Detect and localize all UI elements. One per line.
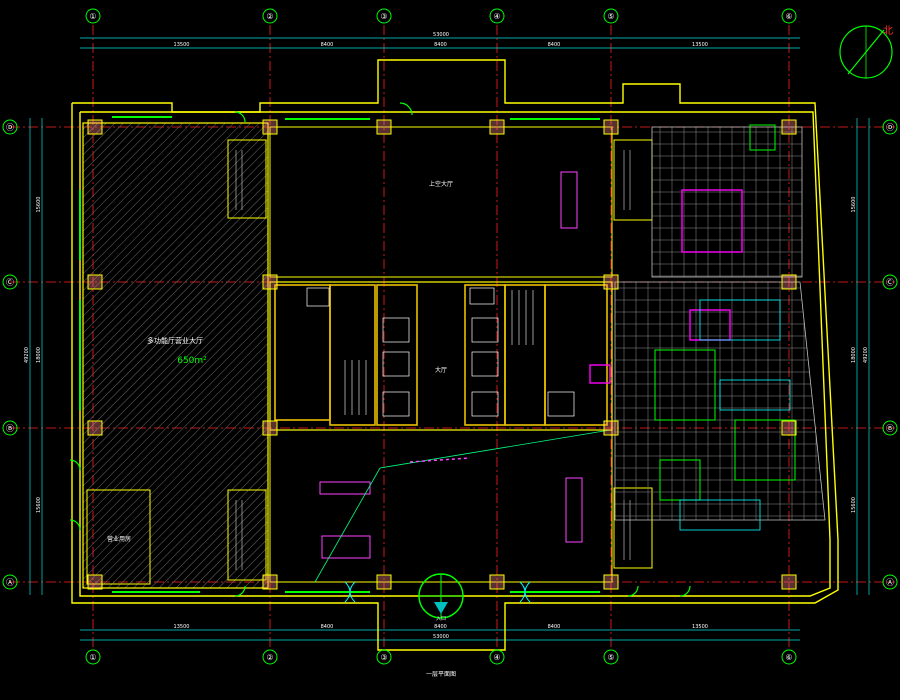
big-hall-area — [82, 122, 269, 589]
drawing-title: 一层平面图 — [426, 671, 456, 678]
stair-treads — [235, 150, 631, 570]
axis-col-top-6: ⑥ — [785, 12, 792, 21]
reception-desk-top — [560, 171, 578, 229]
bay-dim-bottom-5: 13500 — [692, 624, 708, 630]
entrance-label: 入口 — [436, 616, 446, 622]
overall-dim-bottom: 53000 — [433, 634, 449, 640]
axis-col-top-3: ③ — [380, 12, 387, 21]
axis-col-top-1: ① — [89, 12, 96, 21]
north-label: 北 — [883, 25, 893, 37]
top-atrium-label: 上空大厅 — [429, 180, 453, 188]
axis-col-bottom-5: ⑤ — [607, 653, 614, 662]
axis-row-left-4: Ⓐ — [6, 578, 14, 587]
overall-dim-side-left: 49200 — [24, 347, 30, 363]
row-dim-left-1: 15600 — [36, 197, 42, 213]
axis-row-right-3: Ⓑ — [886, 424, 894, 433]
bay-dim-top-1: 13500 — [174, 42, 190, 48]
central-hall-label: 大厅 — [435, 366, 447, 374]
bottom-atrium — [269, 429, 613, 583]
core-zone — [269, 281, 613, 431]
right-upper-tiles — [651, 126, 803, 278]
row-dim-right-2: 18000 — [851, 347, 857, 363]
bay-dim-top-5: 13500 — [692, 42, 708, 48]
axis-row-right-4: Ⓐ — [886, 578, 894, 587]
big-hall-label: 多功能厅营业大厅 — [147, 336, 203, 345]
floor-plan-svg: ① ① ② ② ③ ③ ④ ④ ⑤ ⑤ ⑥ ⑥ Ⓓ Ⓓ Ⓒ Ⓒ Ⓑ Ⓑ Ⓐ Ⓐ 53000 53000 13500 8400… — [2, 8, 898, 678]
axis-row-right-1: Ⓓ — [886, 123, 894, 132]
row-dim-right-1: 15600 — [851, 197, 857, 213]
overall-dim-side-right: 49200 — [863, 347, 869, 363]
bay-dim-top-2: 8400 — [321, 42, 334, 48]
furniture-b — [321, 535, 371, 559]
overall-dim-top: 53000 — [433, 32, 449, 38]
guide-line-2 — [379, 429, 611, 469]
axis-row-left-3: Ⓑ — [6, 424, 14, 433]
row-dim-left-2: 18000 — [36, 347, 42, 363]
axis-col-bottom-6: ⑥ — [785, 653, 792, 662]
axis-row-right-2: Ⓒ — [886, 278, 894, 287]
axis-col-top-2: ② — [266, 12, 273, 21]
row-dim-left-3: 15600 — [36, 497, 42, 513]
axis-col-top-4: ④ — [493, 12, 500, 21]
axis-row-left-2: Ⓒ — [6, 278, 14, 287]
bay-dim-top-3: 8400 — [434, 42, 447, 48]
axis-row-left-1: Ⓓ — [6, 123, 14, 132]
revolving-door — [418, 573, 464, 619]
axis-col-bottom-4: ④ — [493, 653, 500, 662]
big-hall-area-label: 650m² — [177, 356, 207, 366]
bay-dim-bottom-4: 8400 — [548, 624, 561, 630]
bay-dim-top-4: 8400 — [548, 42, 561, 48]
row-dim-right-3: 15600 — [851, 497, 857, 513]
axis-col-top-5: ⑤ — [607, 12, 614, 21]
axis-col-bottom-3: ③ — [380, 653, 387, 662]
bay-dim-bottom-3: 8400 — [434, 624, 447, 630]
cad-drawing-canvas[interactable]: ① ① ② ② ③ ③ ④ ④ ⑤ ⑤ ⑥ ⑥ Ⓓ Ⓓ Ⓒ Ⓒ Ⓑ Ⓑ Ⓐ Ⓐ 53000 53000 13500 8400… — [0, 0, 900, 700]
bay-dim-bottom-2: 8400 — [321, 624, 334, 630]
reception-desk-bottom — [565, 477, 583, 543]
furniture-a — [319, 481, 371, 495]
axis-col-bottom-1: ① — [89, 653, 96, 662]
stair-shafts — [227, 139, 653, 581]
elevator-boxes — [306, 287, 575, 417]
axis-col-bottom-2: ② — [266, 653, 273, 662]
small-room-label: 营业用房 — [107, 535, 131, 543]
guide-line — [314, 467, 381, 583]
bay-dim-bottom-1: 13500 — [174, 624, 190, 630]
